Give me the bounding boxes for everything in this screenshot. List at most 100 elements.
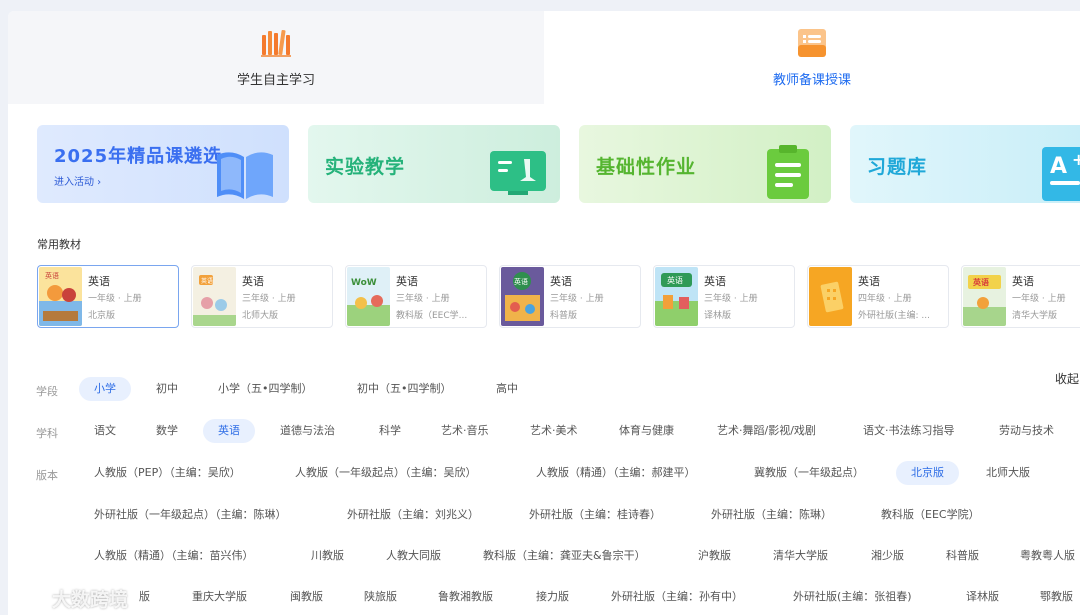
edition-option[interactable]: 鄂教版 <box>1025 585 1080 609</box>
mode-tabs: 学生自主学习 教师备课授课 <box>8 11 1080 104</box>
textbook-card[interactable]: 英语 英语 三年级 · 上册 科普版 <box>499 265 641 328</box>
books-icon <box>261 29 291 57</box>
promo-card[interactable]: 2025年精品课遴选 进入活动 › <box>37 125 289 203</box>
subject-option[interactable]: 艺术·舞蹈/影视/戏剧 <box>702 419 831 443</box>
svg-text:英语: 英语 <box>45 271 59 280</box>
edition-option[interactable]: 湘少版 <box>856 544 919 568</box>
edition-option[interactable]: 人教大同版 <box>371 544 456 568</box>
svg-text:英语: 英语 <box>201 277 213 285</box>
textbook-grade: 一年级 · 上册 <box>88 294 142 304</box>
stage-option[interactable]: 初中（五•四学制） <box>342 377 467 401</box>
tab-teacher-lesson-prep[interactable]: 教师备课授课 <box>544 11 1080 104</box>
textbook-edition: 教科版（EEC学... <box>396 311 468 321</box>
edition-option[interactable]: 译林版 <box>951 585 1014 609</box>
edition-option[interactable]: 外研社版（主编：陈琳） <box>696 503 847 527</box>
book-cover: 英语 <box>39 267 82 326</box>
textbook-grade: 三年级 · 上册 <box>242 294 296 304</box>
edition-option[interactable]: 外研社版（主编：孙有中） <box>596 585 758 609</box>
textbook-grade: 三年级 · 上册 <box>550 294 604 304</box>
edition-option[interactable]: 清华大学版 <box>758 544 843 568</box>
textbook-card[interactable]: WoW 英语 三年级 · 上册 教科版（EEC学... <box>345 265 487 328</box>
subject-option[interactable]: 道德与法治 <box>265 419 350 443</box>
edition-filter-label: 版本 <box>36 469 58 482</box>
watermark: 大数跨境 <box>8 585 128 612</box>
edition-option[interactable]: 教科版（主编：龚亚夫&鲁宗干） <box>468 544 661 568</box>
edition-option[interactable]: 人教版（一年级起点）（主编：吴欣） <box>280 461 492 485</box>
svg-text:英语: 英语 <box>514 277 528 286</box>
subject-option[interactable]: 艺术·美术 <box>515 419 593 443</box>
question-bank-card[interactable]: 习题库 A + <box>850 125 1080 203</box>
edition-option[interactable]: 人教版（PEP）（主编：吴欣） <box>79 461 256 485</box>
textbook-edition: 北京版 <box>88 311 116 321</box>
edition-option[interactable]: 人教版（精通）（主编：苗兴伟） <box>79 544 269 568</box>
feature-title: 习题库 <box>867 156 928 178</box>
lesson-plan-icon <box>798 29 826 57</box>
edition-option[interactable]: 外研社版（主编：刘兆义） <box>332 503 494 527</box>
book-cover: 英语 <box>655 267 698 326</box>
stage-option[interactable]: 初中 <box>141 377 193 401</box>
subject-option[interactable]: 劳动与技术 <box>984 419 1069 443</box>
textbook-card[interactable]: 英语 英语 一年级 · 上册 北京版 <box>37 265 179 328</box>
edition-option[interactable]: 粤教粤人版 <box>1005 544 1080 568</box>
basic-homework-card[interactable]: 基础性作业 <box>579 125 831 203</box>
edition-option[interactable]: 人教版（精通）（主编：郝建平） <box>521 461 711 485</box>
textbook-grade: 四年级 · 上册 <box>858 294 912 304</box>
svg-text:WoW: WoW <box>351 278 377 288</box>
common-textbooks-label: 常用教材 <box>37 238 81 251</box>
textbook-grade: 三年级 · 上册 <box>704 294 758 304</box>
edition-option[interactable]: 教科版（EEC学院） <box>866 503 995 527</box>
textbook-card[interactable]: 英语 英语 三年级 · 上册 译林版 <box>653 265 795 328</box>
feature-title: 基础性作业 <box>596 156 697 178</box>
book-cover: 英语 <box>963 267 1006 326</box>
textbook-subject: 英语 <box>242 275 264 288</box>
textbook-edition: 科普版 <box>550 311 578 321</box>
subject-option[interactable]: 英语 <box>203 419 255 443</box>
textbook-subject: 英语 <box>858 275 880 288</box>
stage-option[interactable]: 小学（五•四学制） <box>203 377 328 401</box>
edition-option[interactable]: 闽教版 <box>275 585 338 609</box>
svg-text:英语: 英语 <box>667 275 683 285</box>
edition-option[interactable]: 沪教版 <box>683 544 746 568</box>
textbook-edition: 北师大版 <box>242 311 279 321</box>
svg-text:A: A <box>1050 154 1067 179</box>
tab-student-self-study[interactable]: 学生自主学习 <box>8 11 544 104</box>
textbook-card[interactable]: 英语 英语 一年级 · 上册 清华大学版 <box>961 265 1080 328</box>
open-book-icon <box>217 152 273 199</box>
edition-option[interactable]: 外研社版（一年级起点）（主编：陈琳） <box>79 503 302 527</box>
subject-option[interactable]: 艺术·音乐 <box>426 419 504 443</box>
textbook-subject: 英语 <box>550 275 572 288</box>
edition-option[interactable]: 川教版 <box>296 544 359 568</box>
subject-option[interactable]: 数学 <box>141 419 193 443</box>
edition-option[interactable]: 北师大版 <box>971 461 1045 485</box>
promo-link[interactable]: 进入活动 › <box>54 173 101 188</box>
edition-option[interactable]: 鲁教湘教版 <box>423 585 508 609</box>
subject-option[interactable]: 语文·书法练习指导 <box>848 419 970 443</box>
textbook-subject: 英语 <box>704 275 726 288</box>
subject-option[interactable]: 科学 <box>364 419 416 443</box>
promo-title: 2025年精品课遴选 <box>54 146 223 167</box>
textbook-card[interactable]: 英语 英语 三年级 · 上册 北师大版 <box>191 265 333 328</box>
edition-option[interactable]: 冀教版（一年级起点） <box>739 461 879 485</box>
stage-option[interactable]: 高中 <box>481 377 533 401</box>
edition-option[interactable]: 重庆大学版 <box>177 585 262 609</box>
edition-option[interactable]: 北京版 <box>896 461 959 485</box>
stage-option[interactable]: 小学 <box>79 377 131 401</box>
textbook-card[interactable]: 英语 四年级 · 上册 外研社版(主编: ... <box>807 265 949 328</box>
edition-option[interactable]: 外研社版(主编：张祖春) <box>778 585 927 609</box>
textbook-subject: 英语 <box>1012 275 1034 288</box>
edition-option[interactable]: 科普版 <box>931 544 994 568</box>
edition-option[interactable]: 外研社版（主编：桂诗春） <box>514 503 676 527</box>
book-cover: 英语 <box>193 267 236 326</box>
stage-filter-label: 学段 <box>36 385 58 398</box>
watermark-text: 大数跨境 <box>52 589 129 611</box>
textbook-edition: 清华大学版 <box>1012 311 1058 321</box>
edition-option[interactable]: 版 <box>124 585 165 609</box>
edition-option[interactable]: 陕旅版 <box>349 585 412 609</box>
edition-option[interactable]: 接力版 <box>521 585 584 609</box>
experiment-teaching-card[interactable]: 实验教学 <box>308 125 560 203</box>
collapse-button[interactable]: 收起 <box>1055 370 1079 387</box>
clipboard-icon <box>767 145 809 199</box>
subject-option[interactable]: 语文 <box>79 419 131 443</box>
subject-option[interactable]: 体育与健康 <box>604 419 689 443</box>
subject-filter-label: 学科 <box>36 427 58 440</box>
